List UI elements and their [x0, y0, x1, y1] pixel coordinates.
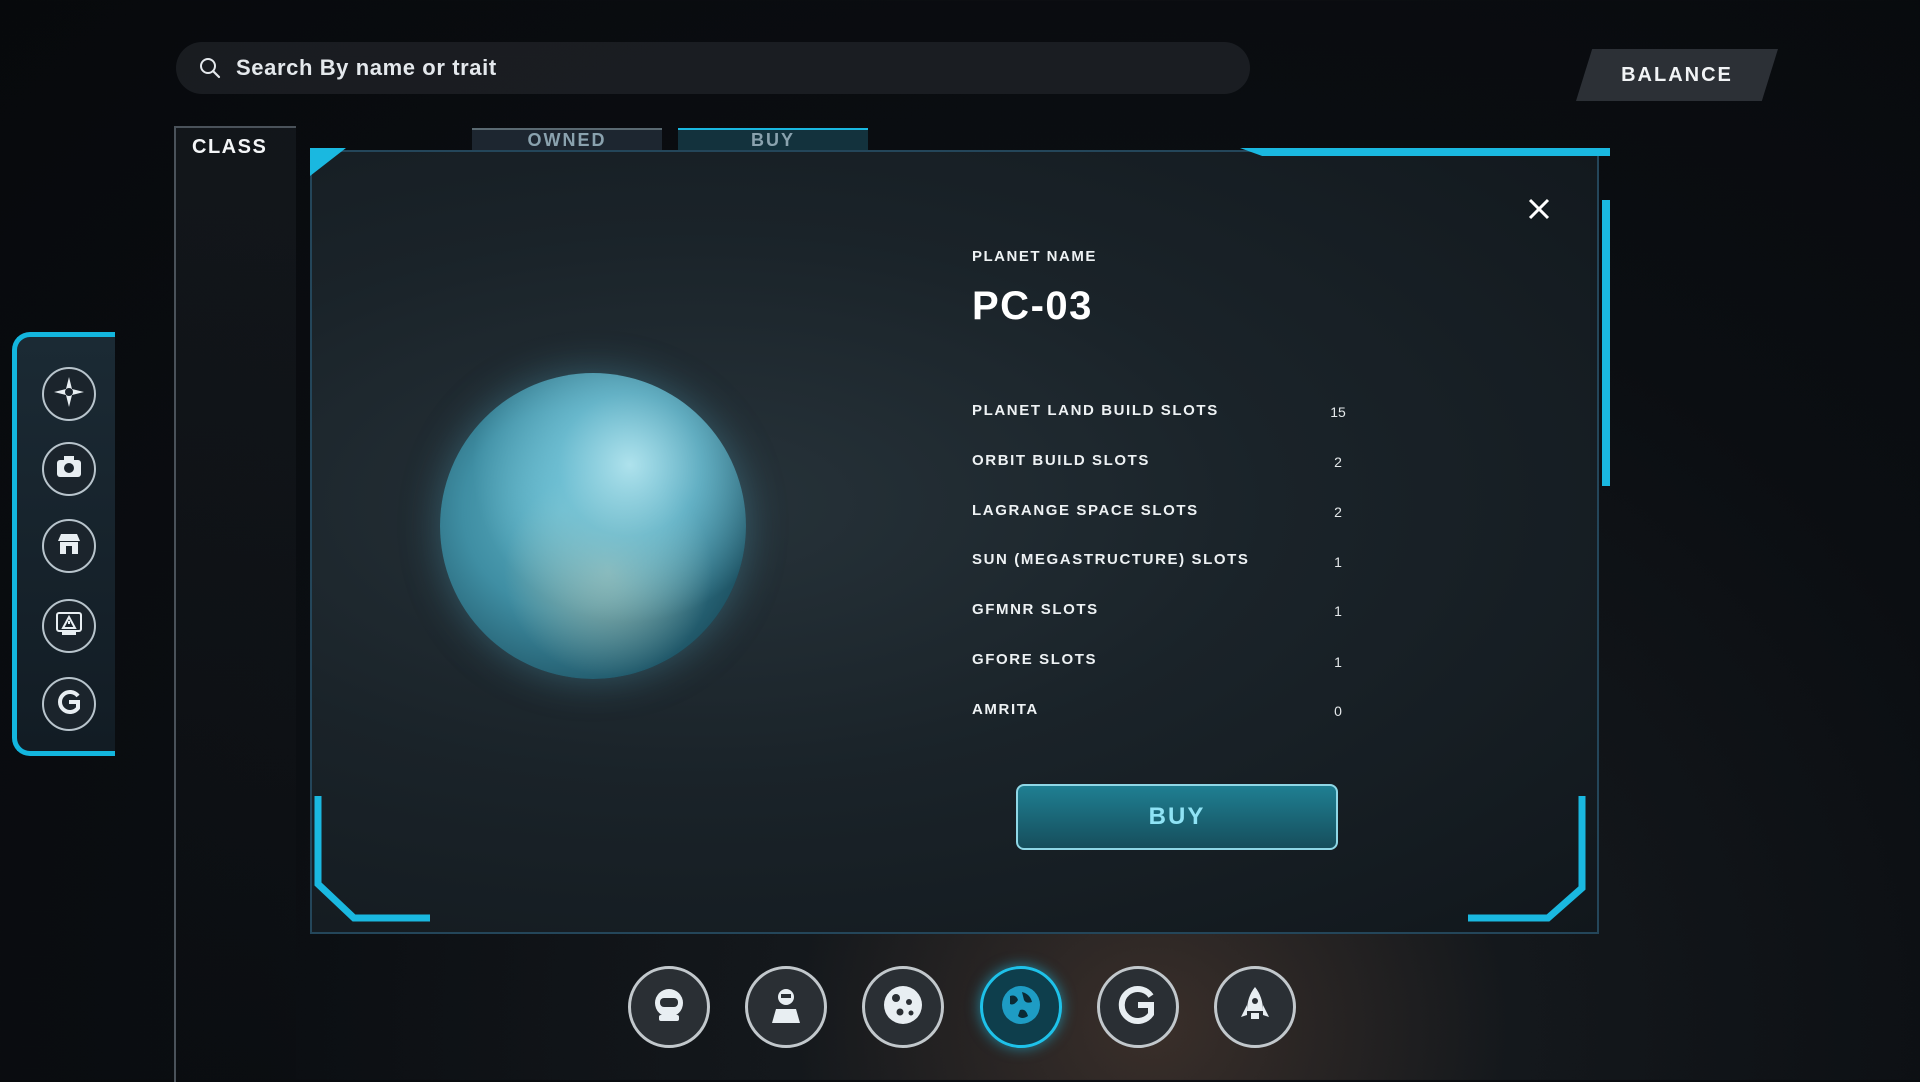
balance-button[interactable]: BALANCE: [1576, 49, 1778, 101]
stat-value: 1: [1334, 654, 1342, 670]
tab-owned[interactable]: OWNED: [472, 128, 662, 152]
globe-icon: [998, 982, 1044, 1033]
planet-name-label: PLANET NAME: [972, 248, 1097, 265]
stat-value: 1: [1334, 554, 1342, 570]
stat-name: SUN (MEGASTRUCTURE) SLOTS: [972, 551, 1250, 568]
class-label: CLASS: [192, 136, 268, 158]
rail-compass-button[interactable]: [42, 367, 96, 421]
stat-name: AMRITA: [972, 701, 1039, 718]
planet-name: PC-03: [972, 284, 1093, 328]
camera-icon: [54, 452, 84, 487]
nav-helmet-button[interactable]: [628, 966, 710, 1048]
stat-name: GFMNR SLOTS: [972, 601, 1099, 618]
nav-rocket-button[interactable]: [1214, 966, 1296, 1048]
modal-corner-top-left: [310, 148, 346, 176]
rocket-icon: [1233, 983, 1277, 1032]
pilot-icon: [764, 983, 808, 1032]
rail-g-button[interactable]: [42, 677, 96, 731]
stat-value: 0: [1334, 703, 1342, 719]
moon-icon: [880, 982, 926, 1033]
modal-corner-bottom-left: [314, 796, 430, 922]
nav-g-button[interactable]: [1097, 966, 1179, 1048]
nav-moon-button[interactable]: [862, 966, 944, 1048]
stat-value: 2: [1334, 454, 1342, 470]
stat-value: 15: [1330, 404, 1346, 420]
search-input[interactable]: Search By name or trait: [236, 55, 497, 81]
tab-buy-label: BUY: [750, 130, 795, 150]
stat-name: LAGRANGE SPACE SLOTS: [972, 502, 1199, 519]
modal-accent-top: [1240, 148, 1610, 156]
rail-alert-button[interactable]: [42, 599, 96, 653]
g-logo-icon: [54, 687, 84, 722]
planet-image: [440, 373, 746, 679]
buy-button[interactable]: BUY: [1016, 784, 1338, 850]
stat-value: 1: [1334, 603, 1342, 619]
compass-icon: [52, 375, 86, 414]
astronaut-helmet-icon: [647, 983, 691, 1032]
rail-camera-button[interactable]: [42, 442, 96, 496]
class-filter-panel: [174, 126, 296, 1082]
warning-icon: [54, 609, 84, 644]
modal-accent-right: [1602, 200, 1610, 486]
rail-market-button[interactable]: [42, 519, 96, 573]
market-icon: [54, 529, 84, 564]
search-bar[interactable]: Search By name or trait: [176, 42, 1250, 94]
stat-name: PLANET LAND BUILD SLOTS: [972, 402, 1219, 419]
g-logo-icon: [1115, 982, 1161, 1033]
close-icon[interactable]: [1522, 192, 1556, 226]
tab-owned-label: OWNED: [527, 130, 607, 150]
nav-pilot-button[interactable]: [745, 966, 827, 1048]
nav-planet-button[interactable]: [980, 966, 1062, 1048]
stat-name: GFORE SLOTS: [972, 651, 1098, 668]
stat-value: 2: [1334, 504, 1342, 520]
tab-buy[interactable]: BUY: [678, 128, 868, 152]
left-rail: [12, 332, 115, 756]
modal-corner-bottom-right: [1468, 796, 1586, 922]
search-icon: [198, 56, 222, 80]
stat-name: ORBIT BUILD SLOTS: [972, 452, 1151, 469]
